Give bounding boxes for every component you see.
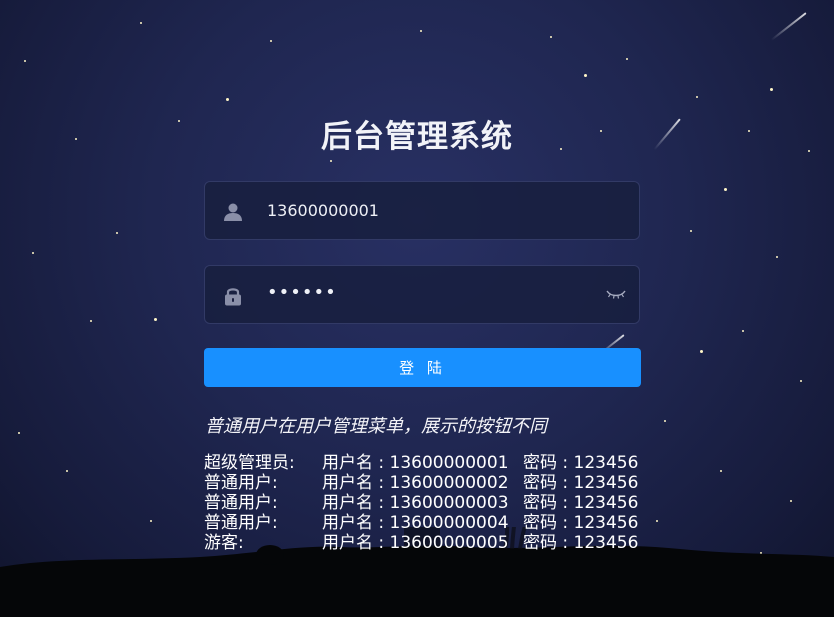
username-field[interactable]: 13600000001 [204,181,640,240]
account-role: 超级管理员: [204,453,295,473]
account-password: 密码 : 123456 [523,453,639,473]
lock-icon [225,288,241,306]
account-password: 密码 : 123456 [523,513,639,533]
username-input[interactable]: 13600000001 [267,201,379,220]
password-field[interactable]: •••••• [204,265,640,324]
account-username: 用户名 : 13600000004 [322,513,509,533]
eye-closed-icon[interactable] [605,286,627,302]
account-username: 用户名 : 13600000005 [322,533,509,553]
user-icon [224,203,242,221]
account-username: 用户名 : 13600000003 [322,493,509,513]
account-password: 密码 : 123456 [523,533,639,553]
account-username: 用户名 : 13600000002 [322,473,509,493]
account-role: 普通用户: [204,493,278,513]
account-role: 普通用户: [204,473,278,493]
account-password: 密码 : 123456 [523,493,639,513]
account-password: 密码 : 123456 [523,473,639,493]
password-input[interactable]: •••••• [267,282,337,303]
login-button[interactable]: 登 陆 [204,348,641,387]
account-username: 用户名 : 13600000001 [322,453,509,473]
page-title: 后台管理系统 [321,118,513,155]
hint-text: 普通用户在用户管理菜单，展示的按钮不同 [205,416,547,437]
account-role: 普通用户: [204,513,278,533]
account-role: 游客: [204,533,244,553]
